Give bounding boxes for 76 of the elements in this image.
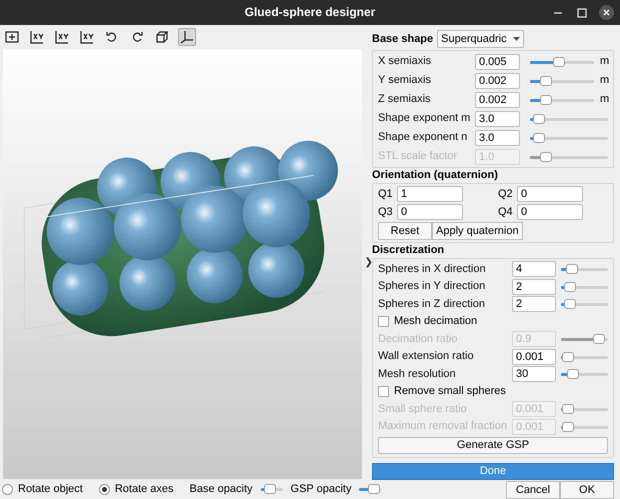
fit-view-icon <box>5 30 19 44</box>
slider[interactable] <box>561 282 608 292</box>
dialog-button[interactable]: OK <box>560 481 614 499</box>
toolbar-button[interactable] <box>178 28 196 46</box>
opacity-label: GSP opacity <box>290 482 352 496</box>
slider[interactable] <box>260 484 283 494</box>
parameter-label: Spheres in X direction <box>378 262 487 276</box>
parameter-label: Spheres in Z direction <box>378 298 486 311</box>
parameter-label: X semiaxis <box>378 55 432 68</box>
cube-icon <box>155 30 169 44</box>
axes-icon <box>180 30 194 44</box>
slider[interactable] <box>561 352 608 362</box>
input-field[interactable]: 30 <box>512 366 556 382</box>
input-field[interactable]: 0.002 <box>475 72 520 88</box>
base-shape-label: Base shape <box>372 32 434 46</box>
slider[interactable] <box>530 114 608 124</box>
section-title: Discretization <box>372 244 446 257</box>
input-field[interactable]: 0.005 <box>475 54 520 70</box>
slider[interactable] <box>530 76 594 86</box>
input-field[interactable]: 2 <box>512 296 556 312</box>
slider[interactable] <box>561 369 608 380</box>
dialog-button[interactable]: Cancel <box>506 481 560 499</box>
unit-label: m <box>600 93 608 106</box>
action-button[interactable]: Reset <box>378 222 432 240</box>
parameter-label: Y semiaxis <box>378 74 432 87</box>
toolbar-button[interactable] <box>53 28 71 46</box>
quaternion-label: Q3 <box>378 206 394 218</box>
generate-button[interactable]: Generate GSP <box>378 437 608 454</box>
quaternion-label: Q2 <box>498 188 514 200</box>
action-button[interactable]: Apply quaternion <box>432 222 523 240</box>
input-field[interactable]: 3.0 <box>475 130 520 146</box>
parameter-label: Wall extension ratio <box>378 350 475 364</box>
rotate-left-icon <box>105 30 119 44</box>
plane-view-icon <box>55 30 69 44</box>
input-field[interactable]: 0 <box>397 204 463 220</box>
window-title: Glued-sphere designer <box>244 6 376 19</box>
input-field[interactable]: 2 <box>512 278 556 295</box>
slider[interactable] <box>359 484 382 494</box>
slider[interactable] <box>561 264 608 274</box>
input-field[interactable]: 0.002 <box>475 92 520 108</box>
slider[interactable] <box>530 56 594 66</box>
input-field[interactable]: 4 <box>512 261 556 278</box>
quaternion-label: Q1 <box>378 188 394 200</box>
section-title: Orientation (quaternion) <box>372 169 499 182</box>
unit-label: m <box>600 74 608 87</box>
input-field[interactable]: 0 <box>517 186 583 202</box>
radio-option[interactable]: Rotate object <box>2 482 83 496</box>
rotate-right-icon <box>130 30 144 44</box>
3d-viewport[interactable] <box>3 49 362 479</box>
toolbar-button[interactable] <box>28 28 46 46</box>
checkbox-option[interactable]: Remove small spheres <box>378 384 608 400</box>
maximize-icon[interactable] <box>575 6 589 20</box>
slider[interactable] <box>561 299 608 310</box>
parameter-label: Mesh resolution <box>378 368 457 381</box>
slider[interactable] <box>530 94 594 104</box>
shape-dropdown[interactable]: Superquadric <box>437 30 524 48</box>
input-field[interactable]: 3.0 <box>475 110 520 126</box>
opacity-label: Base opacity <box>190 482 253 496</box>
toolbar-button[interactable] <box>78 28 96 46</box>
radio-option[interactable]: Rotate axes <box>98 482 174 496</box>
quaternion-label: Q4 <box>498 206 514 218</box>
plane-view-icon <box>80 30 94 44</box>
input-field[interactable]: 0 <box>517 204 583 220</box>
parameter-label: Spheres in Y direction <box>378 280 486 294</box>
input-field[interactable]: 1 <box>397 186 463 202</box>
parameter-label: Shape exponent n <box>378 131 468 144</box>
parameter-label: Shape exponent m <box>378 112 472 125</box>
slider[interactable] <box>530 132 608 142</box>
unit-label: m <box>600 55 608 68</box>
plane-view-icon <box>30 30 44 44</box>
caret-icon <box>512 37 520 41</box>
input-field[interactable]: 0.001 <box>512 348 556 365</box>
splitter-handle[interactable]: ❯ <box>364 256 372 268</box>
parameter-label: Z semiaxis <box>378 93 432 106</box>
checkbox-option[interactable]: Mesh decimation <box>378 314 608 330</box>
close-icon[interactable] <box>599 5 614 20</box>
